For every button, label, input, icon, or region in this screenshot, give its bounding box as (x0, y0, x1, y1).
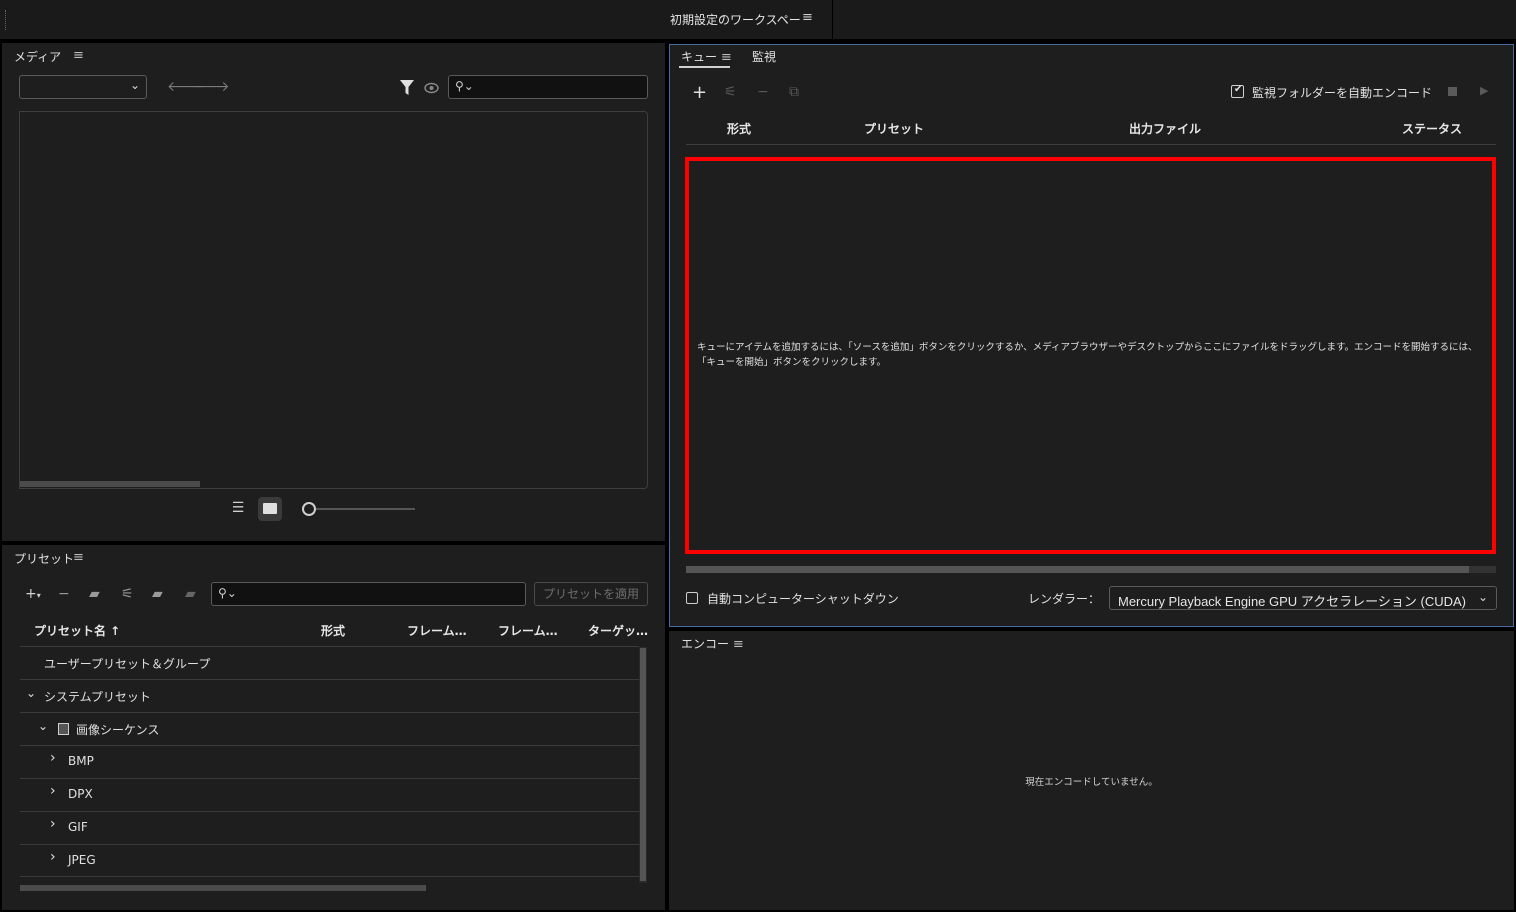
export-preset-icon[interactable]: ▰ (185, 586, 196, 602)
new-group-icon[interactable]: ▰ (89, 586, 100, 602)
column-format[interactable]: 形式 (727, 120, 751, 137)
preset-panel-title[interactable]: プリセット (14, 550, 74, 567)
workspace-menu-icon[interactable]: ≡ (802, 10, 813, 25)
chevron-down-icon[interactable]: ⌄ (38, 719, 48, 733)
thumbnail-view-icon (263, 503, 277, 514)
scrollbar-end (1469, 566, 1496, 573)
queue-settings-icon[interactable]: ⚟ (724, 84, 737, 100)
list-item[interactable]: ⌄ 画像シーケンス (20, 712, 639, 745)
preset-horizontal-scrollbar[interactable] (20, 885, 426, 891)
chevron-down-icon: ⌄ (129, 78, 140, 92)
column-output-file[interactable]: 出力ファイル (1129, 120, 1201, 137)
active-tab-indicator (679, 66, 730, 68)
chevron-down-icon: ⌄ (1477, 590, 1488, 604)
tab-monitor[interactable]: 監視 (752, 48, 776, 65)
workspace-title[interactable]: 初期設定のワークスペー (670, 11, 801, 28)
media-content-list[interactable] (218, 111, 648, 489)
encode-panel-title[interactable]: エンコー ≡ (681, 635, 744, 652)
auto-shutdown-checkbox[interactable] (686, 592, 698, 604)
encode-status-message: 現在エンコードしていません。 (1025, 777, 1158, 788)
renderer-value: Mercury Playback Engine GPU アクセラレーション (C… (1118, 594, 1466, 609)
remove-preset-icon[interactable]: − (58, 586, 70, 602)
renderer-label: レンダラー： (1028, 592, 1101, 606)
auto-encode-label: 監視フォルダーを自動エンコード (1252, 86, 1433, 100)
forward-arrow-icon[interactable]: 🡒 (192, 78, 230, 95)
zoom-slider-track[interactable] (316, 508, 415, 510)
play-icon[interactable]: ▶ (1480, 84, 1488, 97)
column-preset[interactable]: プリセット (864, 120, 924, 137)
film-icon (58, 723, 69, 735)
media-folder-tree[interactable] (19, 111, 219, 489)
auto-encode-checkbox[interactable]: ✔ (1231, 84, 1244, 98)
divider (686, 144, 1496, 145)
zoom-slider-handle[interactable] (302, 502, 316, 516)
queue-empty-message: キューにアイテムを追加するには、「ソースを追加」ボタンをクリックするか、メディア… (697, 342, 1478, 368)
tab-queue[interactable]: キュー ≡ (681, 48, 732, 65)
encode-menu-icon[interactable]: ≡ (733, 637, 744, 652)
column-status[interactable]: ステータス (1402, 120, 1462, 137)
auto-shutdown-label: 自動コンピューターシャットダウン (707, 592, 899, 606)
encode-panel (669, 631, 1514, 910)
preset-search-input[interactable]: ⚲⌄ (211, 582, 526, 606)
import-preset-icon[interactable]: ▰ (152, 586, 163, 602)
chevron-right-icon[interactable]: › (50, 849, 56, 865)
thumbnail-view-button[interactable] (258, 497, 282, 521)
media-panel-title[interactable]: メディア (14, 48, 61, 65)
column-frame-size[interactable]: フレーム… (407, 622, 467, 639)
column-target[interactable]: ターゲッ… (588, 622, 648, 639)
eye-icon[interactable] (424, 82, 439, 94)
column-format[interactable]: 形式 (321, 622, 345, 639)
media-location-select[interactable]: ⌄ (19, 75, 147, 99)
chevron-down-icon[interactable]: ⌄ (26, 686, 36, 700)
list-item[interactable]: ユーザープリセット＆グループ (20, 646, 639, 679)
renderer-select[interactable]: Mercury Playback Engine GPU アクセラレーション (C… (1109, 586, 1497, 610)
drag-grip[interactable] (5, 10, 7, 30)
check-icon: ✔ (1234, 84, 1243, 95)
add-preset-icon[interactable]: +▾ (25, 586, 41, 602)
list-item[interactable]: › JPEG (20, 844, 639, 877)
add-source-icon[interactable]: + (692, 82, 707, 103)
media-tree-scrollbar[interactable] (20, 481, 200, 487)
media-menu-icon[interactable]: ≡ (73, 48, 84, 63)
column-frame-rate[interactable]: フレーム… (498, 622, 558, 639)
queue-menu-icon[interactable]: ≡ (721, 50, 732, 65)
chevron-right-icon[interactable]: › (50, 816, 56, 832)
column-preset-name[interactable]: プリセット名 ↑ (34, 622, 120, 639)
duplicate-icon[interactable]: ⧉ (789, 84, 799, 100)
preset-scrollbar-thumb[interactable] (640, 648, 646, 881)
media-search-input[interactable]: ⚲⌄ (448, 75, 648, 99)
preset-menu-icon[interactable]: ≡ (73, 550, 84, 565)
filter-icon[interactable] (400, 80, 414, 96)
queue-horizontal-scrollbar[interactable] (686, 566, 1496, 573)
remove-item-icon[interactable]: − (757, 84, 769, 100)
preset-settings-icon[interactable]: ⚟ (121, 586, 134, 602)
list-item[interactable]: › BMP (20, 745, 639, 778)
list-item[interactable]: › GIF (20, 811, 639, 844)
search-icon: ⚲⌄ (218, 586, 237, 600)
search-icon: ⚲⌄ (455, 79, 474, 93)
chevron-right-icon[interactable]: › (50, 750, 56, 766)
stop-icon[interactable] (1448, 87, 1457, 96)
list-item[interactable]: ⌄ システムプリセット (20, 679, 639, 712)
chevron-right-icon[interactable]: › (50, 783, 56, 799)
list-view-icon[interactable]: ☰ (228, 500, 248, 518)
apply-preset-button[interactable]: プリセットを適用 (534, 582, 648, 606)
list-item[interactable]: › DPX (20, 778, 639, 811)
divider (832, 0, 833, 40)
